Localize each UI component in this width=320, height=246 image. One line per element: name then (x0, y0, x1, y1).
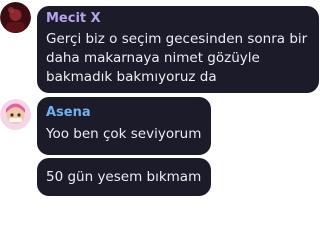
avatar-mecit[interactable] (0, 2, 31, 33)
message-bubble-mecit[interactable]: Mecit X Gerçi biz o seçim gecesinden son… (37, 6, 319, 93)
avatar-asena[interactable] (0, 99, 31, 130)
message-bubble-asena[interactable]: Asena Yoo ben çok seviyorum (37, 97, 211, 155)
sender-name[interactable]: Asena (46, 105, 91, 121)
message-line: bakmadık bakmıyoruz da (46, 69, 217, 85)
message-line: daha makarnaya nimet gözüyle (46, 50, 260, 66)
sender-name[interactable]: Mecit X (46, 11, 101, 27)
user-avatar-asena-icon (0, 99, 31, 130)
user-avatar-mecit-icon (0, 2, 31, 33)
message-line: Gerçi biz o seçim gecesinden sonra bir (46, 31, 308, 47)
message-line: Yoo ben çok seviyorum (46, 126, 202, 142)
message-bubble-continuation[interactable]: 50 gün yesem bıkmam (37, 158, 211, 196)
message-line: 50 gün yesem bıkmam (46, 169, 202, 185)
